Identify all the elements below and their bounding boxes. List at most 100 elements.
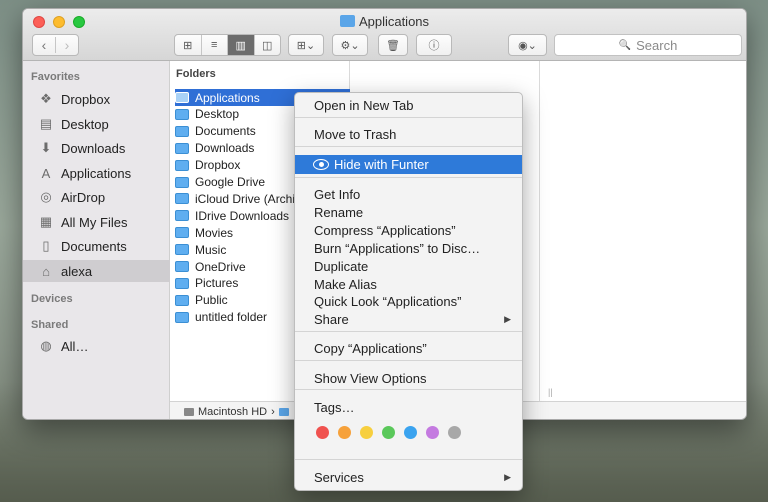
- menu-item-label: Rename: [314, 205, 364, 220]
- menu-item-move-to-trash[interactable]: Move to Trash: [295, 125, 522, 144]
- menu-separator: [295, 389, 522, 390]
- tag-color-dot[interactable]: [426, 426, 439, 439]
- menu-item-label: Tags…: [314, 400, 355, 415]
- search-icon: 🔍: [618, 39, 632, 51]
- folder-name: Google Drive: [195, 175, 266, 189]
- sidebar-item-label: alexa: [61, 263, 93, 279]
- favorites-header: Favorites: [31, 71, 80, 83]
- tag-color-dot[interactable]: [382, 426, 395, 439]
- tag-color-dot[interactable]: [360, 426, 373, 439]
- sidebar-item-all-my-files[interactable]: ▦ All My Files: [23, 211, 170, 233]
- menu-item-hide-with-funter[interactable]: Hide with Funter: [295, 155, 522, 174]
- home-icon: ⌂: [42, 263, 50, 279]
- menu-item-burn-applications-to-disc[interactable]: Burn “Applications” to Disc…: [295, 239, 522, 258]
- menu-item-label: Show View Options: [314, 371, 427, 386]
- folder-name: Applications: [195, 90, 260, 105]
- menu-item-services[interactable]: Services ▶: [295, 468, 522, 487]
- folder-name: IDrive Downloads: [195, 208, 290, 223]
- sidebar-item-airdrop[interactable]: ◎ AirDrop: [23, 186, 170, 208]
- menu-item-label: Copy “Applications”: [314, 341, 427, 356]
- shared-header: Shared: [31, 319, 69, 331]
- network-icon: ◍: [40, 338, 52, 353]
- folder-icon: [175, 92, 189, 103]
- action-gear-button[interactable]: ⚙⌄: [332, 34, 368, 56]
- sidebar-item-dropbox[interactable]: ❖ Dropbox: [23, 88, 170, 110]
- hard-drive-icon: [184, 407, 194, 416]
- folder-icon: [175, 277, 189, 289]
- search-placeholder: Search: [636, 37, 678, 53]
- documents-icon: ▯: [42, 238, 50, 253]
- back-button[interactable]: ‹: [33, 37, 55, 53]
- folder-name: Pictures: [195, 276, 239, 291]
- menu-item-rename[interactable]: Rename: [295, 203, 522, 222]
- sidebar-item-shared-all[interactable]: ◍ All…: [23, 335, 170, 357]
- trash-button[interactable]: 🗑: [378, 34, 408, 56]
- search-field[interactable]: 🔍 Search: [554, 34, 742, 56]
- submenu-arrow-icon: ▶: [504, 472, 511, 482]
- folder-icon: [175, 125, 189, 137]
- sidebar-item-applications[interactable]: A Applications: [23, 162, 170, 184]
- sidebar-item-desktop[interactable]: ▤ Desktop: [23, 113, 170, 135]
- sidebar-item-label: All…: [61, 338, 89, 354]
- info-button[interactable]: ⓘ: [416, 34, 452, 56]
- titlebar: Applications ‹ › ⊞ ≡ ▥ ◫ ⊞⌄ ⚙⌄ 🗑 ⓘ ◉⌄ 🔍 …: [23, 9, 746, 61]
- menu-separator: [295, 117, 522, 118]
- folder-name: Documents: [195, 124, 256, 139]
- view-mode-group: ⊞ ≡ ▥ ◫: [174, 34, 281, 56]
- menu-item-label: Compress “Applications”: [314, 223, 456, 238]
- folder-icon: [175, 227, 189, 239]
- folder-name: Music: [195, 242, 227, 257]
- folder-name: Movies: [195, 225, 234, 240]
- menu-separator: [295, 331, 522, 332]
- folder-name: OneDrive: [195, 259, 246, 274]
- list-view-button[interactable]: ≡: [200, 35, 228, 55]
- window-title: Applications: [23, 14, 746, 29]
- folder-name: Public: [195, 293, 228, 308]
- tag-color-dot[interactable]: [316, 426, 329, 439]
- folder-icon: [175, 176, 189, 188]
- downloads-icon: ⬇: [40, 140, 52, 155]
- menu-item-tags[interactable]: Tags…: [295, 398, 522, 417]
- menu-item-label: Share: [314, 312, 349, 327]
- coverflow-view-button[interactable]: ◫: [253, 35, 281, 55]
- icon-view-button[interactable]: ⊞: [175, 35, 201, 55]
- funter-eye-icon: [313, 159, 329, 170]
- path-drive[interactable]: Macintosh HD: [198, 406, 267, 418]
- menu-item-copy-applications[interactable]: Copy “Applications”: [295, 339, 522, 358]
- menu-item-quick-look-applications[interactable]: Quick Look “Applications”: [295, 292, 522, 311]
- airdrop-icon: ◎: [40, 189, 52, 204]
- folder-icon: [175, 108, 189, 120]
- column-resize-handle[interactable]: ||: [548, 387, 553, 397]
- menu-item-get-info[interactable]: Get Info: [295, 185, 522, 204]
- arrange-button[interactable]: ⊞⌄: [288, 34, 324, 56]
- funter-eye-button[interactable]: ◉⌄: [508, 34, 547, 56]
- menu-separator: [295, 459, 522, 460]
- menu-item-duplicate[interactable]: Duplicate: [295, 257, 522, 276]
- sidebar-item-downloads[interactable]: ⬇ Downloads: [23, 137, 170, 159]
- sidebar-item-label: AirDrop: [61, 189, 106, 205]
- column-view-button[interactable]: ▥: [227, 35, 254, 55]
- folder-name: Downloads: [195, 141, 255, 156]
- sidebar-item-label: Applications: [61, 165, 132, 181]
- menu-item-show-view-options[interactable]: Show View Options: [295, 369, 522, 388]
- menu-item-compress-applications[interactable]: Compress “Applications”: [295, 221, 522, 240]
- tag-color-dot[interactable]: [448, 426, 461, 439]
- folder-icon: [175, 294, 189, 306]
- sidebar-item-documents[interactable]: ▯ Documents: [23, 235, 170, 257]
- tag-color-dot[interactable]: [404, 426, 417, 439]
- folder-icon: [175, 311, 189, 323]
- path-folder-icon[interactable]: [278, 407, 289, 416]
- folder-name: untitled folder: [195, 310, 268, 325]
- sidebar-item-label: All My Files: [61, 214, 128, 230]
- menu-separator: [295, 360, 522, 361]
- tag-color-dot[interactable]: [338, 426, 351, 439]
- folder-icon: [339, 15, 355, 27]
- desktop-icon: ▤: [39, 116, 53, 131]
- folder-icon: [175, 244, 189, 256]
- forward-button[interactable]: ›: [55, 37, 78, 53]
- menu-item-share[interactable]: Share ▶: [295, 310, 522, 329]
- menu-item-label: Duplicate: [314, 259, 369, 274]
- sidebar-item-alexa[interactable]: ⌂ alexa: [23, 260, 170, 282]
- menu-item-open-in-new-tab[interactable]: Open in New Tab: [295, 96, 522, 115]
- folder-icon: [175, 142, 189, 154]
